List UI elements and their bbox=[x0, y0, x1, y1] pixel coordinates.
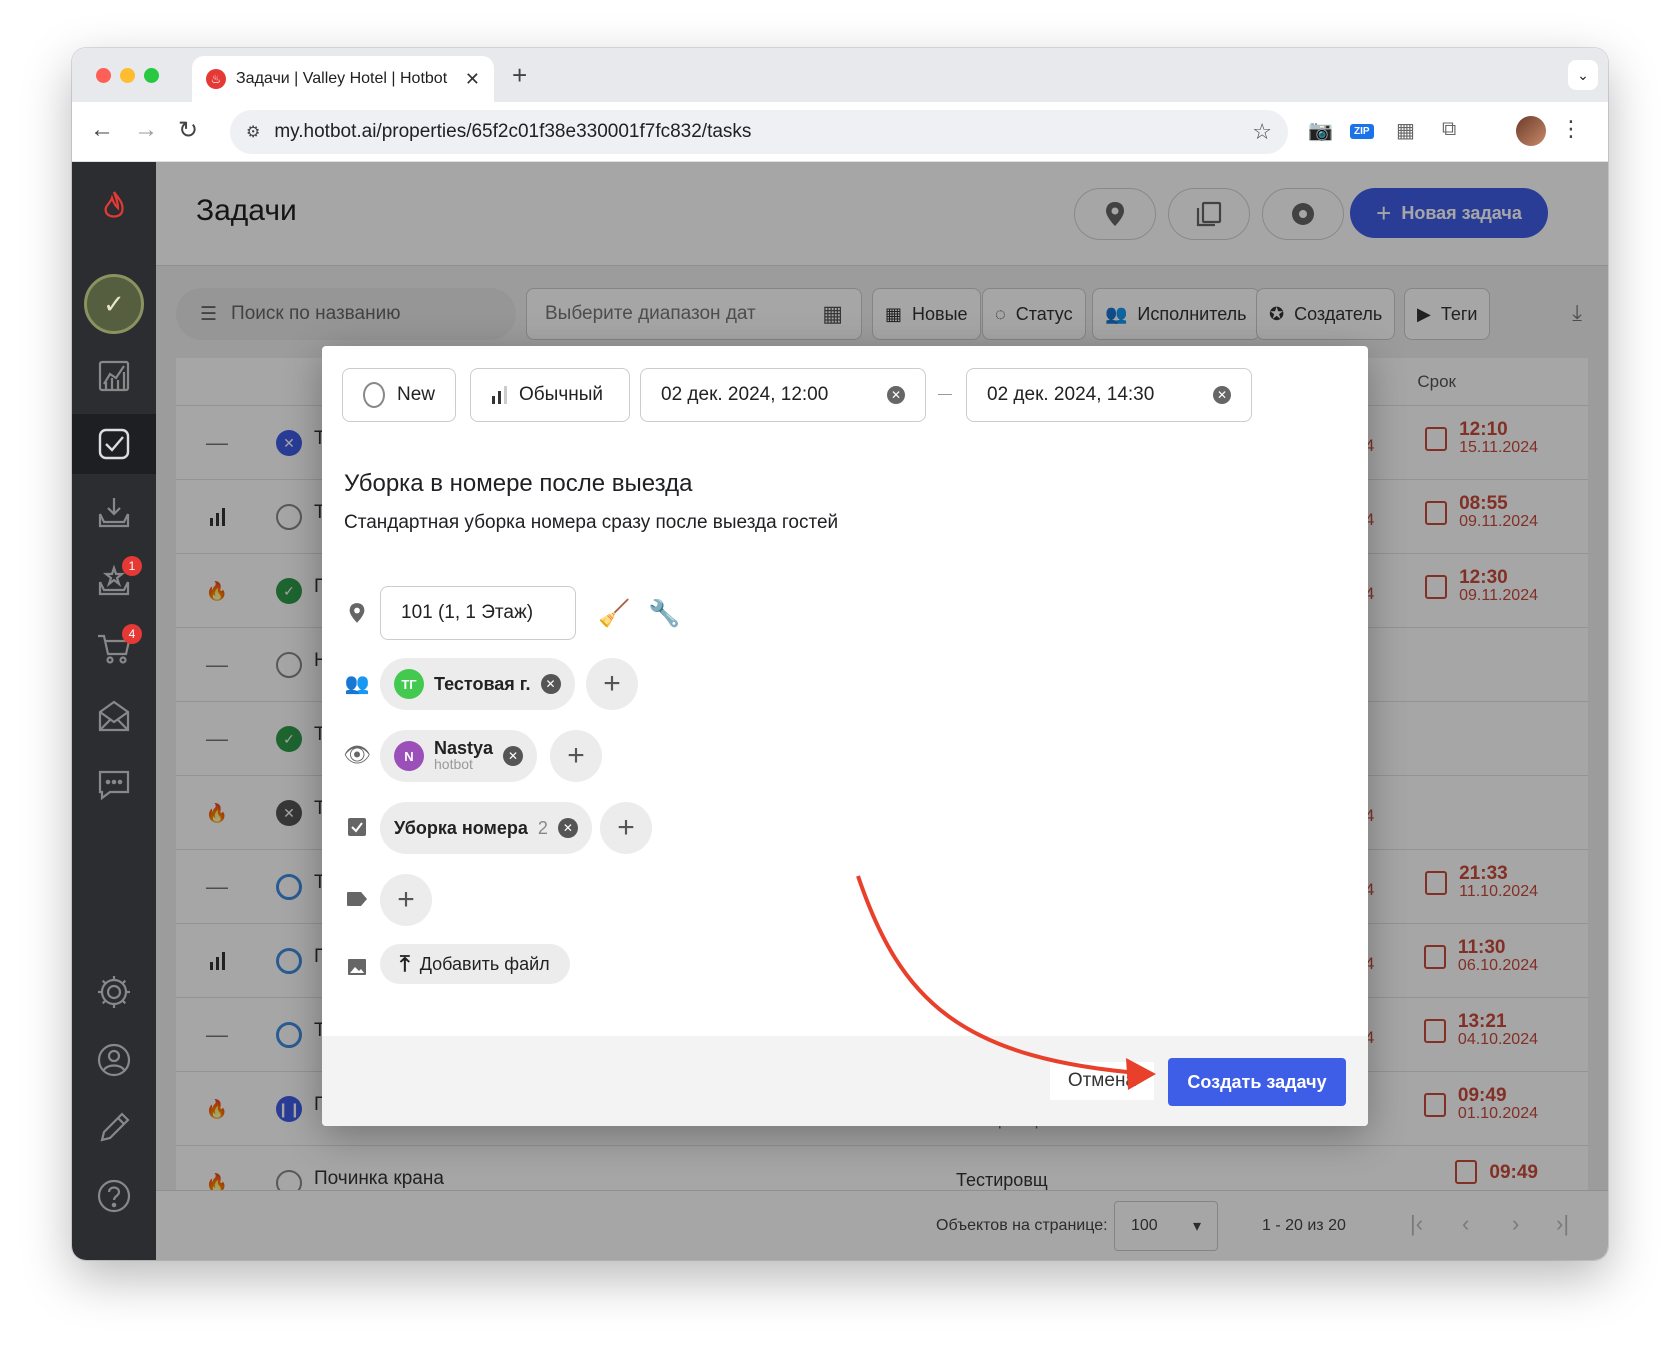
create-task-button[interactable]: Создать задачу bbox=[1168, 1058, 1346, 1106]
watcher-name: Nastya bbox=[434, 738, 494, 758]
extensions-puzzle-icon[interactable]: ⧉ bbox=[1442, 118, 1456, 141]
image-icon bbox=[344, 954, 370, 980]
wrench-icon[interactable]: 🔧 bbox=[648, 598, 680, 629]
sidebar-item-inbox[interactable] bbox=[72, 482, 156, 542]
assignee-name: Тестовая г. bbox=[434, 673, 531, 694]
property-avatar[interactable]: ✓ bbox=[84, 274, 144, 334]
checklist-chip[interactable]: Уборка номера 2 ✕ bbox=[380, 802, 592, 854]
add-file-label: Добавить файл bbox=[419, 953, 550, 974]
minimize-window-button[interactable] bbox=[120, 68, 135, 83]
add-watcher-button[interactable]: + bbox=[550, 730, 602, 782]
checklist-count: 2 bbox=[537, 817, 548, 838]
status-circle-icon bbox=[363, 382, 385, 408]
url-text: my.hotbot.ai/properties/65f2c01f38e33000… bbox=[274, 121, 752, 142]
add-tag-button[interactable]: + bbox=[380, 874, 432, 926]
end-datetime-value: 02 дек. 2024, 14:30 bbox=[987, 384, 1155, 405]
tab-search-button[interactable]: ⌄ bbox=[1568, 60, 1598, 90]
watcher-org: hotbot bbox=[434, 756, 473, 772]
sidebar-item-help[interactable] bbox=[72, 1166, 156, 1226]
sidebar-item-reviews[interactable]: 1 bbox=[72, 550, 156, 610]
status-label: New bbox=[396, 384, 435, 405]
forward-button[interactable]: → bbox=[134, 116, 158, 144]
tab-strip: ♨ Задачи | Valley Hotel | Hotbot ✕ + ⌄ bbox=[72, 48, 1608, 102]
cleaning-broom-icon[interactable]: 🧹 bbox=[598, 598, 630, 629]
start-datetime-value: 02 дек. 2024, 12:00 bbox=[661, 384, 829, 405]
add-assignee-button[interactable]: + bbox=[586, 658, 638, 710]
eye-icon: 👁 bbox=[343, 742, 371, 767]
task-description[interactable]: Стандартная уборка номера сразу после вы… bbox=[344, 512, 838, 534]
assignee-chip[interactable]: ТГ Тестовая г. ✕ bbox=[380, 658, 575, 710]
end-datetime-field[interactable]: 02 дек. 2024, 14:30 ✕ bbox=[966, 368, 1252, 422]
date-separator bbox=[938, 394, 952, 395]
tag-icon bbox=[344, 886, 370, 912]
location-pin-icon bbox=[344, 600, 370, 626]
browser-tab[interactable]: ♨ Задачи | Valley Hotel | Hotbot ✕ bbox=[192, 56, 494, 102]
priority-selector[interactable]: Обычный bbox=[470, 368, 630, 422]
start-datetime-field[interactable]: 02 дек. 2024, 12:00 ✕ bbox=[640, 368, 926, 422]
reload-button[interactable]: ↻ bbox=[178, 116, 198, 145]
upload-icon: ⤒ bbox=[400, 951, 410, 976]
task-title[interactable]: Уборка в номере после выезда bbox=[344, 470, 692, 498]
zoom-window-button[interactable] bbox=[144, 68, 159, 83]
browser-menu-icon[interactable]: ⋮ bbox=[1560, 116, 1582, 142]
back-button[interactable]: ← bbox=[90, 116, 114, 144]
sidebar-item-edit[interactable] bbox=[72, 1098, 156, 1158]
remove-watcher-icon[interactable]: ✕ bbox=[503, 746, 524, 766]
new-tab-button[interactable]: + bbox=[512, 60, 527, 91]
address-bar[interactable]: ⚙ my.hotbot.ai/properties/65f2c01f38e330… bbox=[230, 110, 1288, 154]
bookmark-star-icon[interactable]: ☆ bbox=[1252, 119, 1272, 145]
close-window-button[interactable] bbox=[96, 68, 111, 83]
sidebar: ✓ 1 4 bbox=[72, 162, 156, 1260]
profile-avatar[interactable] bbox=[1516, 116, 1546, 146]
shop-badge: 4 bbox=[122, 624, 142, 644]
priority-label: Обычный bbox=[519, 384, 603, 405]
watcher-chip[interactable]: N Nastya hotbot ✕ bbox=[380, 730, 538, 782]
sidebar-item-shop[interactable]: 4 bbox=[72, 618, 156, 678]
watcher-avatar: N bbox=[394, 741, 424, 771]
site-settings-icon[interactable]: ⚙ bbox=[246, 122, 260, 142]
create-task-dialog: New Обычный 02 дек. 2024, 12:00 ✕ 02 дек… bbox=[322, 346, 1368, 1126]
sidebar-item-tasks[interactable] bbox=[72, 414, 156, 474]
browser-toolbar: ← → ↻ ⚙ my.hotbot.ai/properties/65f2c01f… bbox=[72, 102, 1608, 162]
remove-checklist-icon[interactable]: ✕ bbox=[557, 818, 578, 838]
location-field[interactable]: 101 (1, 1 Этаж) bbox=[380, 586, 576, 640]
sidebar-item-analytics[interactable] bbox=[72, 346, 156, 406]
clear-end-icon[interactable]: ✕ bbox=[1213, 386, 1231, 404]
dialog-footer: Отмена Создать задачу bbox=[322, 1036, 1368, 1126]
watcher-text: Nastya hotbot bbox=[434, 738, 494, 772]
location-value: 101 (1, 1 Этаж) bbox=[401, 602, 534, 623]
camera-extension-icon[interactable]: 📷 bbox=[1308, 118, 1333, 143]
people-icon: 👥 bbox=[344, 672, 370, 695]
sidebar-item-settings[interactable] bbox=[72, 962, 156, 1022]
sidebar-item-profile[interactable] bbox=[72, 1030, 156, 1090]
priority-bars-icon bbox=[492, 386, 507, 404]
hotbot-favicon-icon: ♨ bbox=[206, 69, 226, 89]
sidebar-item-chat[interactable] bbox=[72, 754, 156, 814]
remove-assignee-icon[interactable]: ✕ bbox=[540, 674, 561, 694]
cancel-button[interactable]: Отмена bbox=[1049, 1062, 1154, 1100]
tab-title: Задачи | Valley Hotel | Hotbot bbox=[236, 70, 448, 87]
clear-start-icon[interactable]: ✕ bbox=[887, 386, 905, 404]
zip-extension-icon[interactable]: ZIP bbox=[1350, 124, 1374, 139]
sidebar-item-mail[interactable] bbox=[72, 686, 156, 746]
add-checklist-button[interactable]: + bbox=[600, 802, 652, 854]
status-selector[interactable]: New bbox=[342, 368, 456, 422]
close-tab-icon[interactable]: ✕ bbox=[465, 69, 480, 90]
assignee-avatar: ТГ bbox=[394, 669, 424, 699]
checkbox-icon bbox=[344, 814, 370, 840]
create-task-label: Создать задачу bbox=[1187, 1071, 1327, 1092]
checklist-name: Уборка номера bbox=[394, 817, 528, 838]
qr-extension-icon[interactable]: ▦ bbox=[1396, 118, 1415, 143]
add-file-button[interactable]: ⤒ Добавить файл bbox=[380, 944, 570, 984]
hotbot-logo-icon[interactable] bbox=[72, 176, 156, 236]
reviews-badge: 1 bbox=[122, 556, 142, 576]
